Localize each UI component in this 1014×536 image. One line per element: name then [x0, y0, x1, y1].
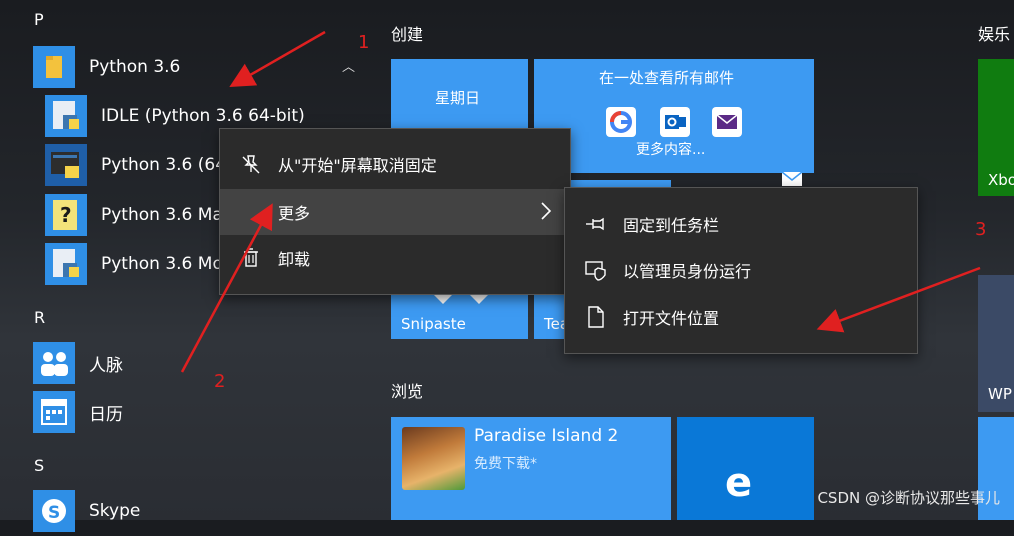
arrow-2	[180, 203, 273, 373]
annotation-arrows	[180, 30, 981, 373]
arrow-1	[229, 30, 326, 87]
annotation-number-2: 2	[214, 371, 226, 392]
watermark: CSDN @诊断协议那些事儿	[817, 489, 1000, 507]
arrow-3	[816, 266, 981, 333]
annotation-number-3: 3	[975, 219, 987, 240]
annotation-number-1: 1	[358, 32, 370, 53]
